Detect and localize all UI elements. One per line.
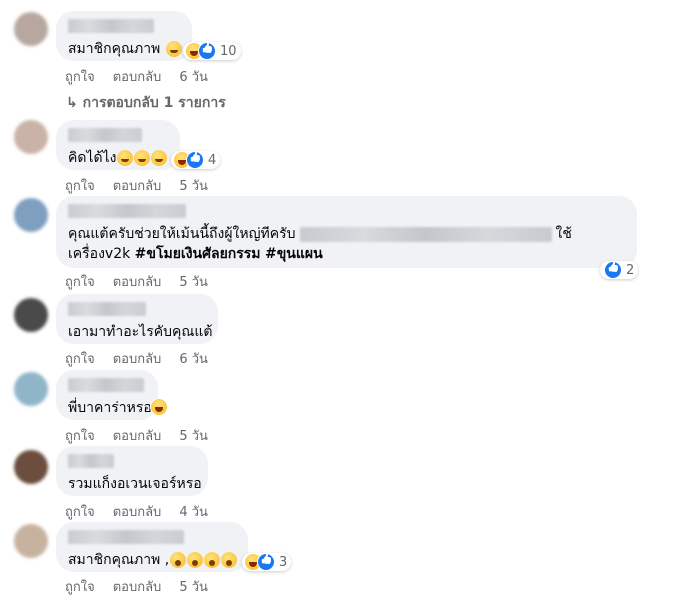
like-button[interactable]: ถูกใจ (65, 425, 95, 446)
like-button[interactable]: ถูกใจ (65, 271, 95, 292)
comment-actions: ถูกใจ ตอบกลับ 5 วัน (65, 576, 208, 597)
comment-bubble: รวมแก็งอเวนเจอร์หรอ (56, 446, 208, 496)
comment-time[interactable]: 5 วัน (179, 576, 208, 597)
redacted-text (299, 226, 552, 242)
commenter-name-redacted[interactable] (68, 19, 154, 33)
comment-time[interactable]: 6 วัน (179, 66, 208, 87)
reply-button[interactable]: ตอบกลับ (113, 348, 162, 369)
comment-time[interactable]: 5 วัน (179, 175, 208, 196)
like-button[interactable]: ถูกใจ (65, 501, 95, 522)
commenter-name-redacted[interactable] (68, 378, 144, 392)
reaction-summary[interactable]: 10 (183, 42, 241, 60)
comment-bubble: สมาชิกคุณภาพ (56, 11, 192, 61)
commenter-name-redacted[interactable] (68, 530, 184, 544)
reply-arrow-icon: ↳ (66, 95, 78, 111)
like-button[interactable]: ถูกใจ (65, 66, 95, 87)
commenter-name-redacted[interactable] (68, 454, 114, 468)
comment-bubble: พี่บาคาร่าหรอ (56, 370, 158, 420)
view-replies-link[interactable]: ↳ การตอบกลับ 1 รายการ (66, 92, 226, 114)
laughing-emoji-icon (150, 398, 168, 416)
like-button[interactable]: ถูกใจ (65, 576, 95, 597)
reaction-summary[interactable]: 4 (171, 151, 221, 169)
comment-text: สมาชิกคุณภาพ , (68, 550, 238, 570)
astonished-emoji-icon (221, 552, 238, 568)
reply-button[interactable]: ตอบกลับ (113, 271, 162, 292)
astonished-emoji-icon (187, 552, 204, 568)
comment-time[interactable]: 6 วัน (179, 348, 208, 369)
reply-button[interactable]: ตอบกลับ (113, 576, 162, 597)
comment-bubble: คิดได้ไง (56, 120, 180, 170)
comment-text: เอามาทำอะไรคับคุณแต้ (68, 324, 213, 340)
commenter-name-redacted[interactable] (68, 204, 186, 218)
reaction-summary[interactable]: 2 (600, 261, 639, 279)
commenter-name-redacted[interactable] (68, 302, 146, 316)
comment-text: คิดได้ไง (68, 148, 168, 168)
avatar[interactable] (14, 524, 48, 558)
avatar[interactable] (14, 120, 48, 154)
like-reaction-icon (198, 42, 216, 60)
grinning-emoji-icon (165, 41, 182, 57)
hashtag-link[interactable]: #ขโมยเงินศัลยกรรม (135, 246, 261, 262)
like-button[interactable]: ถูกใจ (65, 348, 95, 369)
like-button[interactable]: ถูกใจ (65, 175, 95, 196)
emoji-reaction (150, 398, 168, 416)
comment-text: พี่บาคาร่าหรอ (68, 400, 152, 416)
comment-actions: ถูกใจ ตอบกลับ 5 วัน (65, 425, 208, 446)
comment-text: รวมแก็งอเวนเจอร์หรอ (68, 476, 202, 492)
grinning-emoji-icon (117, 150, 134, 166)
reply-button[interactable]: ตอบกลับ (113, 425, 162, 446)
avatar[interactable] (14, 372, 48, 406)
grinning-emoji-icon (151, 150, 168, 166)
comment-actions: ถูกใจ ตอบกลับ 6 วัน (65, 348, 208, 369)
like-reaction-icon (186, 151, 204, 169)
comment-time[interactable]: 4 วัน (179, 501, 208, 522)
comment-bubble: สมาชิกคุณภาพ , (56, 522, 248, 572)
comment-time[interactable]: 5 วัน (179, 271, 208, 292)
reaction-summary[interactable]: 3 (242, 553, 292, 571)
comment-text-line-2: เครื่องv2k #ขโมยเงินศัลยกรรม #ขุนแผน (68, 246, 323, 262)
grinning-emoji-icon (134, 150, 151, 166)
reply-button[interactable]: ตอบกลับ (113, 66, 162, 87)
comment-actions: ถูกใจ ตอบกลับ 6 วัน (65, 66, 208, 87)
comment-actions: ถูกใจ ตอบกลับ 5 วัน (65, 271, 208, 292)
avatar[interactable] (14, 298, 48, 332)
astonished-emoji-icon (170, 552, 187, 568)
avatar[interactable] (14, 12, 48, 46)
astonished-emoji-icon (204, 552, 221, 568)
comment-time[interactable]: 5 วัน (179, 425, 208, 446)
reply-button[interactable]: ตอบกลับ (113, 501, 162, 522)
commenter-name-redacted[interactable] (68, 128, 142, 142)
avatar[interactable] (14, 450, 48, 484)
reply-button[interactable]: ตอบกลับ (113, 175, 162, 196)
like-reaction-icon (604, 261, 622, 279)
comment-text: สมาชิกคุณภาพ (68, 39, 182, 59)
comment-actions: ถูกใจ ตอบกลับ 4 วัน (65, 501, 208, 522)
comment-bubble: คุณแต้ครับช่วยให้เม้นนี้ถึงผู้ใหญ่ทีครับ… (56, 196, 637, 268)
hashtag-link[interactable]: #ขุนแผน (265, 246, 323, 262)
comment-text-line-1: คุณแต้ครับช่วยให้เม้นนี้ถึงผู้ใหญ่ทีครับ… (68, 226, 572, 242)
avatar[interactable] (14, 198, 48, 232)
comment-bubble: เอามาทำอะไรคับคุณแต้ (56, 294, 218, 344)
comment-actions: ถูกใจ ตอบกลับ 5 วัน (65, 175, 208, 196)
like-reaction-icon (257, 553, 275, 571)
